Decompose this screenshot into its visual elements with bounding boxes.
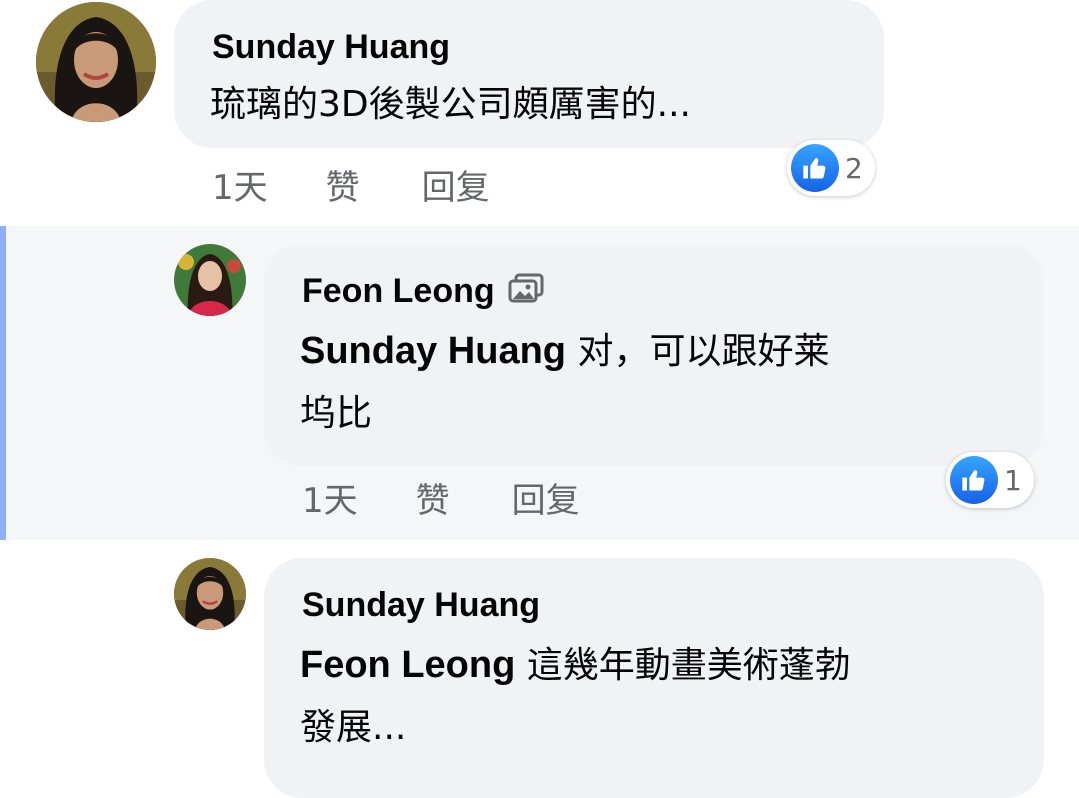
- thumbs-up-icon: [791, 144, 839, 192]
- avatar-sunday-huang[interactable]: [174, 558, 246, 630]
- reaction-summary[interactable]: 2: [787, 140, 875, 196]
- comment-text: Feon Leong 這幾年動畫美術蓬勃 發展...: [300, 634, 1020, 759]
- comment-author[interactable]: Sunday Huang: [302, 586, 540, 625]
- comment-actions: 1天 赞 回复: [212, 160, 490, 209]
- comment-bubble: Sunday Huang Feon Leong 這幾年動畫美術蓬勃 發展...: [264, 558, 1044, 798]
- comment-text-line1: 对，可以跟好莱: [566, 331, 830, 372]
- author-name[interactable]: Feon Leong: [302, 272, 495, 310]
- mention-link[interactable]: Feon Leong: [300, 644, 515, 686]
- comment-text: 琉璃的3D後製公司頗厲害的...: [210, 84, 691, 125]
- avatar-feon-leong[interactable]: [174, 244, 246, 316]
- reply-button[interactable]: 回复: [512, 473, 580, 522]
- avatar-sunday-huang[interactable]: [36, 2, 156, 122]
- comment-author[interactable]: Sunday Huang: [212, 28, 450, 67]
- comment-actions: 1天 赞 回复: [302, 473, 580, 522]
- like-button[interactable]: 赞: [326, 160, 360, 209]
- comment-text-line2: 發展...: [300, 707, 407, 748]
- reply-button[interactable]: 回复: [422, 160, 490, 209]
- comment-time[interactable]: 1天: [212, 160, 268, 209]
- comment-time[interactable]: 1天: [302, 473, 358, 522]
- comment-text-line1: 這幾年動畫美術蓬勃: [515, 645, 851, 686]
- reaction-count: 1: [1004, 463, 1022, 497]
- photo-icon: [508, 273, 544, 314]
- thumbs-up-icon: [950, 456, 998, 504]
- comment-text-line2: 坞比: [300, 393, 373, 434]
- reaction-count: 2: [845, 151, 863, 185]
- highlight-indicator: [0, 226, 6, 540]
- comment-bubble: Feon Leong Sunday Huang 对，可以跟好莱 坞比: [264, 244, 1044, 466]
- reaction-summary[interactable]: 1: [946, 452, 1034, 508]
- comment-text: Sunday Huang 对，可以跟好莱 坞比: [300, 320, 1020, 445]
- like-button[interactable]: 赞: [416, 473, 450, 522]
- comment-author[interactable]: Feon Leong: [302, 272, 544, 314]
- mention-link[interactable]: Sunday Huang: [300, 330, 566, 372]
- comment-bubble: Sunday Huang 琉璃的3D後製公司頗厲害的...: [174, 0, 884, 148]
